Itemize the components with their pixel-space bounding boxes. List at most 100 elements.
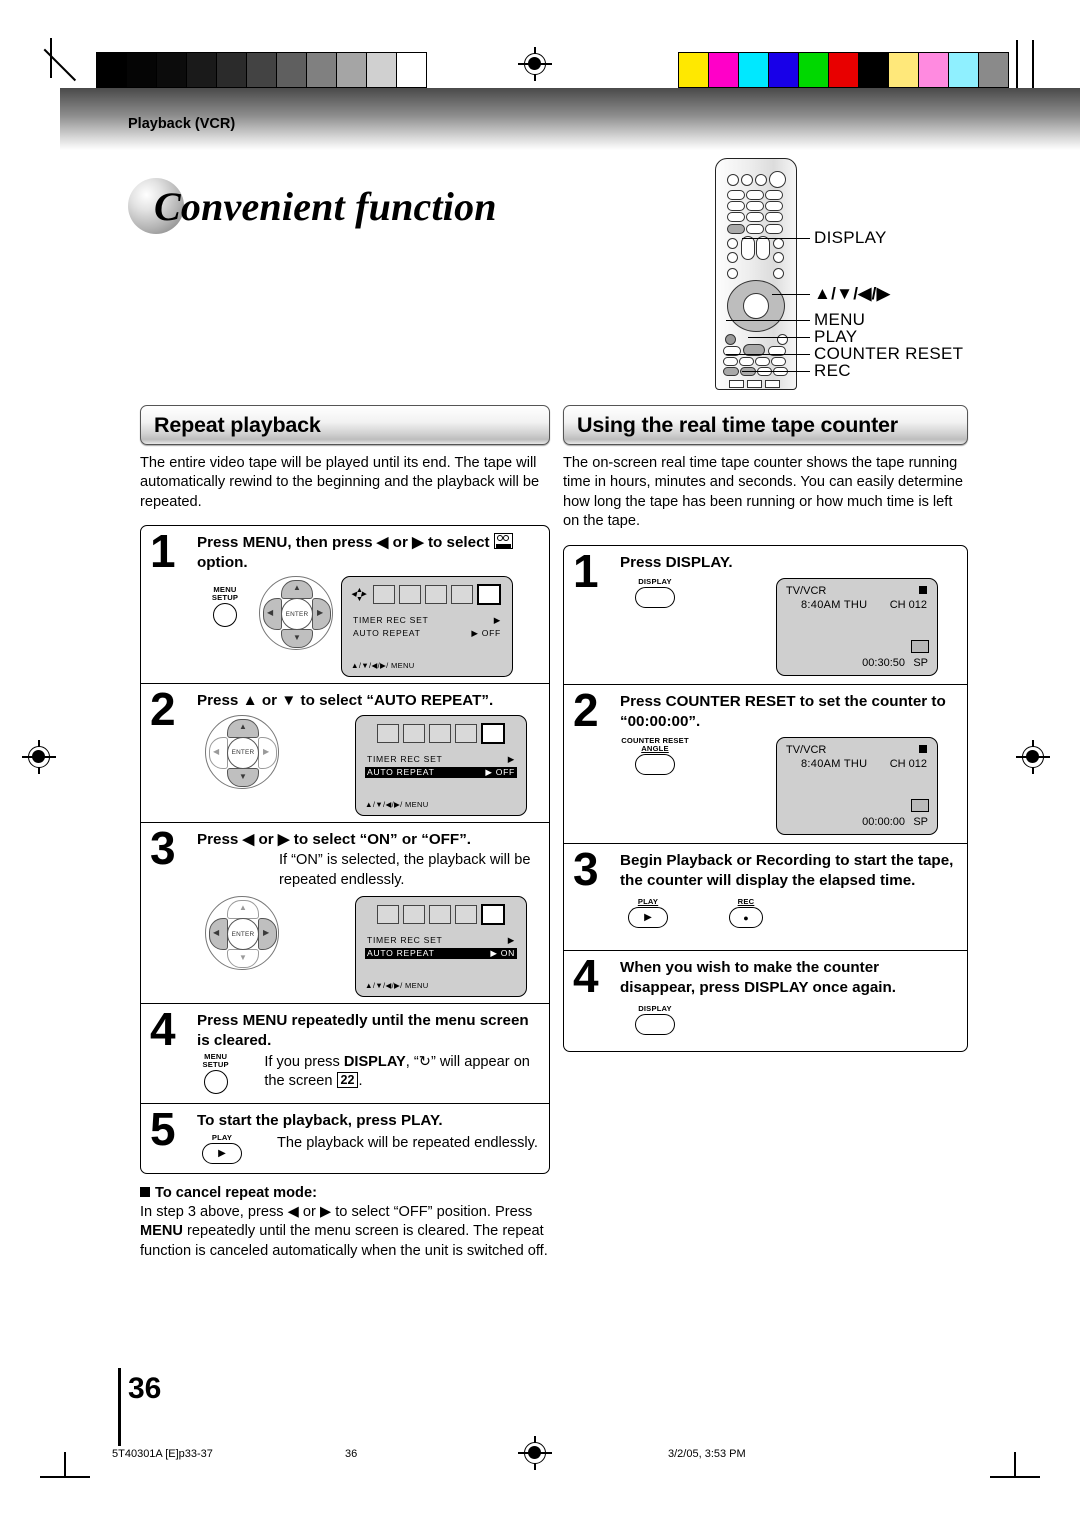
remote-btn-r3a xyxy=(727,201,745,211)
osd-row-selected[interactable]: AUTO REPEAT ▶ ON xyxy=(365,948,517,960)
remote-power-button xyxy=(769,171,786,188)
osd-row-value: ▶ OFF xyxy=(485,766,515,777)
remote-btn-r7a xyxy=(727,252,738,263)
remote-btn-r2a xyxy=(727,190,745,200)
remote-label-rec: REC xyxy=(814,361,851,380)
step-3: 3 Press ◀ or ▶ to select “ON” or “OFF”. … xyxy=(141,821,549,1003)
step-title: Press MENU repeatedly until the menu scr… xyxy=(197,1012,529,1049)
button-caption: DISPLAY xyxy=(638,1004,672,1014)
remote-btn-r9b xyxy=(777,334,788,345)
right-column: Using the real time tape counter The on-… xyxy=(563,405,968,1053)
tv-screen-2: TV/VCR 8:40AM THU CH 012 00:00:00 SP xyxy=(776,737,938,836)
remote-btn-r11c xyxy=(755,357,770,366)
remote-btn-r6a xyxy=(727,238,738,249)
picture-icon xyxy=(399,585,421,605)
list-icon xyxy=(429,905,451,925)
cancel-repeat-note: To cancel repeat mode: In step 3 above, … xyxy=(140,1184,550,1262)
osd-footer: ▲/▼/◀/▶/ MENU xyxy=(365,799,429,809)
step-body: If “ON” is selected, the playback will b… xyxy=(279,852,531,888)
crop-mark-tl-h xyxy=(43,48,77,81)
vcr-icon xyxy=(481,722,505,744)
vcr-icon xyxy=(481,904,505,926)
cassette-icon xyxy=(493,533,513,550)
page-number: 36 xyxy=(128,1372,162,1405)
osd-row-value: ▶ xyxy=(507,935,515,946)
osd-row-value: ▶ xyxy=(507,753,515,764)
oval-button-glyph xyxy=(635,587,675,609)
section-heading-text: Repeat playback xyxy=(154,412,321,437)
remote-dpad xyxy=(727,280,785,332)
stop-indicator-icon xyxy=(919,745,927,754)
step-5: 5 To start the playback, press PLAY. PLA… xyxy=(141,1103,549,1172)
play-button[interactable]: PLAY ▶ xyxy=(620,898,676,929)
step-4: 4 Press MENU repeatedly until the menu s… xyxy=(141,1003,549,1103)
registration-mark-top xyxy=(518,47,552,81)
step-3: 3 Begin Playback or Recording to start t… xyxy=(564,843,967,950)
step-number: 2 xyxy=(573,684,599,737)
clock-icon xyxy=(377,723,399,743)
step-number: 4 xyxy=(573,950,599,1003)
grayscale-bar xyxy=(96,52,427,88)
counter-reset-button[interactable]: COUNTER RESET ANGLE xyxy=(620,737,690,776)
remote-btn-r5b xyxy=(746,224,764,234)
step-number: 3 xyxy=(150,821,176,874)
remote-btn-r6b xyxy=(773,238,784,249)
play-button[interactable]: PLAY ▶ xyxy=(197,1133,247,1164)
clock-icon xyxy=(377,905,399,925)
play-button-glyph: ▶ xyxy=(628,907,668,929)
screen-channel: CH 012 xyxy=(889,758,927,771)
step-title: Begin Playback or Recording to start the… xyxy=(620,852,954,889)
osd-row[interactable]: TIMER REC SET ▶ xyxy=(351,615,503,626)
leader-line-counter-reset xyxy=(726,354,810,355)
step-body: If you press DISPLAY, “↻” will appear on… xyxy=(264,1053,539,1092)
screen-source: TV/VCR xyxy=(786,744,827,757)
screen-channel: CH 012 xyxy=(889,599,927,612)
menu-setup-button[interactable]: MENU SETUP xyxy=(197,1052,234,1095)
lock-icon xyxy=(451,585,473,605)
step-number: 1 xyxy=(573,544,599,597)
step-number: 2 xyxy=(150,683,176,736)
step-2: 2 Press COUNTER RESET to set the counter… xyxy=(564,684,967,843)
osd-row[interactable]: TIMER REC SET ▶ xyxy=(365,935,517,946)
step-title: Press COUNTER RESET to set the counter t… xyxy=(620,693,946,730)
screen-speed: SP xyxy=(913,816,928,829)
page-title-group: Convenient function xyxy=(128,178,497,234)
step-1: 1 Press DISPLAY. DISPLAY TV/VCR 8:40AM T… xyxy=(564,546,967,685)
crop-mark-tr-v2 xyxy=(1032,40,1034,88)
note-heading-text: To cancel repeat mode xyxy=(155,1184,313,1201)
round-button-glyph xyxy=(203,1070,228,1095)
remote-btn-r3c xyxy=(765,201,783,211)
button-caption: MENU SETUP xyxy=(202,1052,229,1070)
osd-menu-1: ▲ ▼ ◀ ▶ TIMER REC SET ▶ AUTO REPEAT ▶ OF… xyxy=(341,576,513,678)
remote-btn-r5c xyxy=(765,224,783,234)
menu-setup-button[interactable]: MENU SETUP xyxy=(197,586,253,628)
registration-mark-right xyxy=(1016,740,1050,774)
section-heading-repeat-playback: Repeat playback xyxy=(140,405,550,445)
remote-btn-r1a xyxy=(727,174,739,186)
body-pre: If you press xyxy=(264,1054,344,1071)
square-bullet-icon xyxy=(140,1186,150,1197)
remote-btn-r4c xyxy=(765,212,783,222)
osd-footer: ▲/▼/◀/▶/ MENU xyxy=(365,981,429,991)
rec-button[interactable]: REC ● xyxy=(718,898,774,929)
remote-btn-r8b xyxy=(773,268,784,279)
osd-row-selected[interactable]: AUTO REPEAT ▶ OFF xyxy=(365,766,517,778)
osd-row-label: AUTO REPEAT xyxy=(367,948,435,959)
display-button[interactable]: DISPLAY xyxy=(620,1004,690,1036)
lock-icon xyxy=(455,905,477,925)
remote-btn-r2b xyxy=(746,190,764,200)
step-1: 1 Press MENU, then press ◀ or ▶ to selec… xyxy=(141,526,549,683)
page-reference[interactable]: 22 xyxy=(336,1072,359,1089)
osd-row[interactable]: AUTO REPEAT ▶ OFF xyxy=(351,628,503,639)
osd-row-label: TIMER REC SET xyxy=(367,753,443,764)
osd-row-label: TIMER REC SET xyxy=(353,615,429,626)
osd-row[interactable]: TIMER REC SET ▶ xyxy=(365,754,517,765)
repeat-playback-steps: 1 Press MENU, then press ◀ or ▶ to selec… xyxy=(140,525,550,1174)
screen-time: 8:40AM THU xyxy=(801,758,868,771)
footer-part-code: 5T40301A [E]p33-37 xyxy=(112,1448,213,1460)
leader-line-arrows xyxy=(772,294,810,295)
display-button[interactable]: DISPLAY xyxy=(620,578,690,609)
osd-row-value: ▶ OFF xyxy=(471,628,501,639)
remote-btn-oval1 xyxy=(741,236,755,260)
step-body: The playback will be repeated endlessly. xyxy=(277,1134,538,1151)
